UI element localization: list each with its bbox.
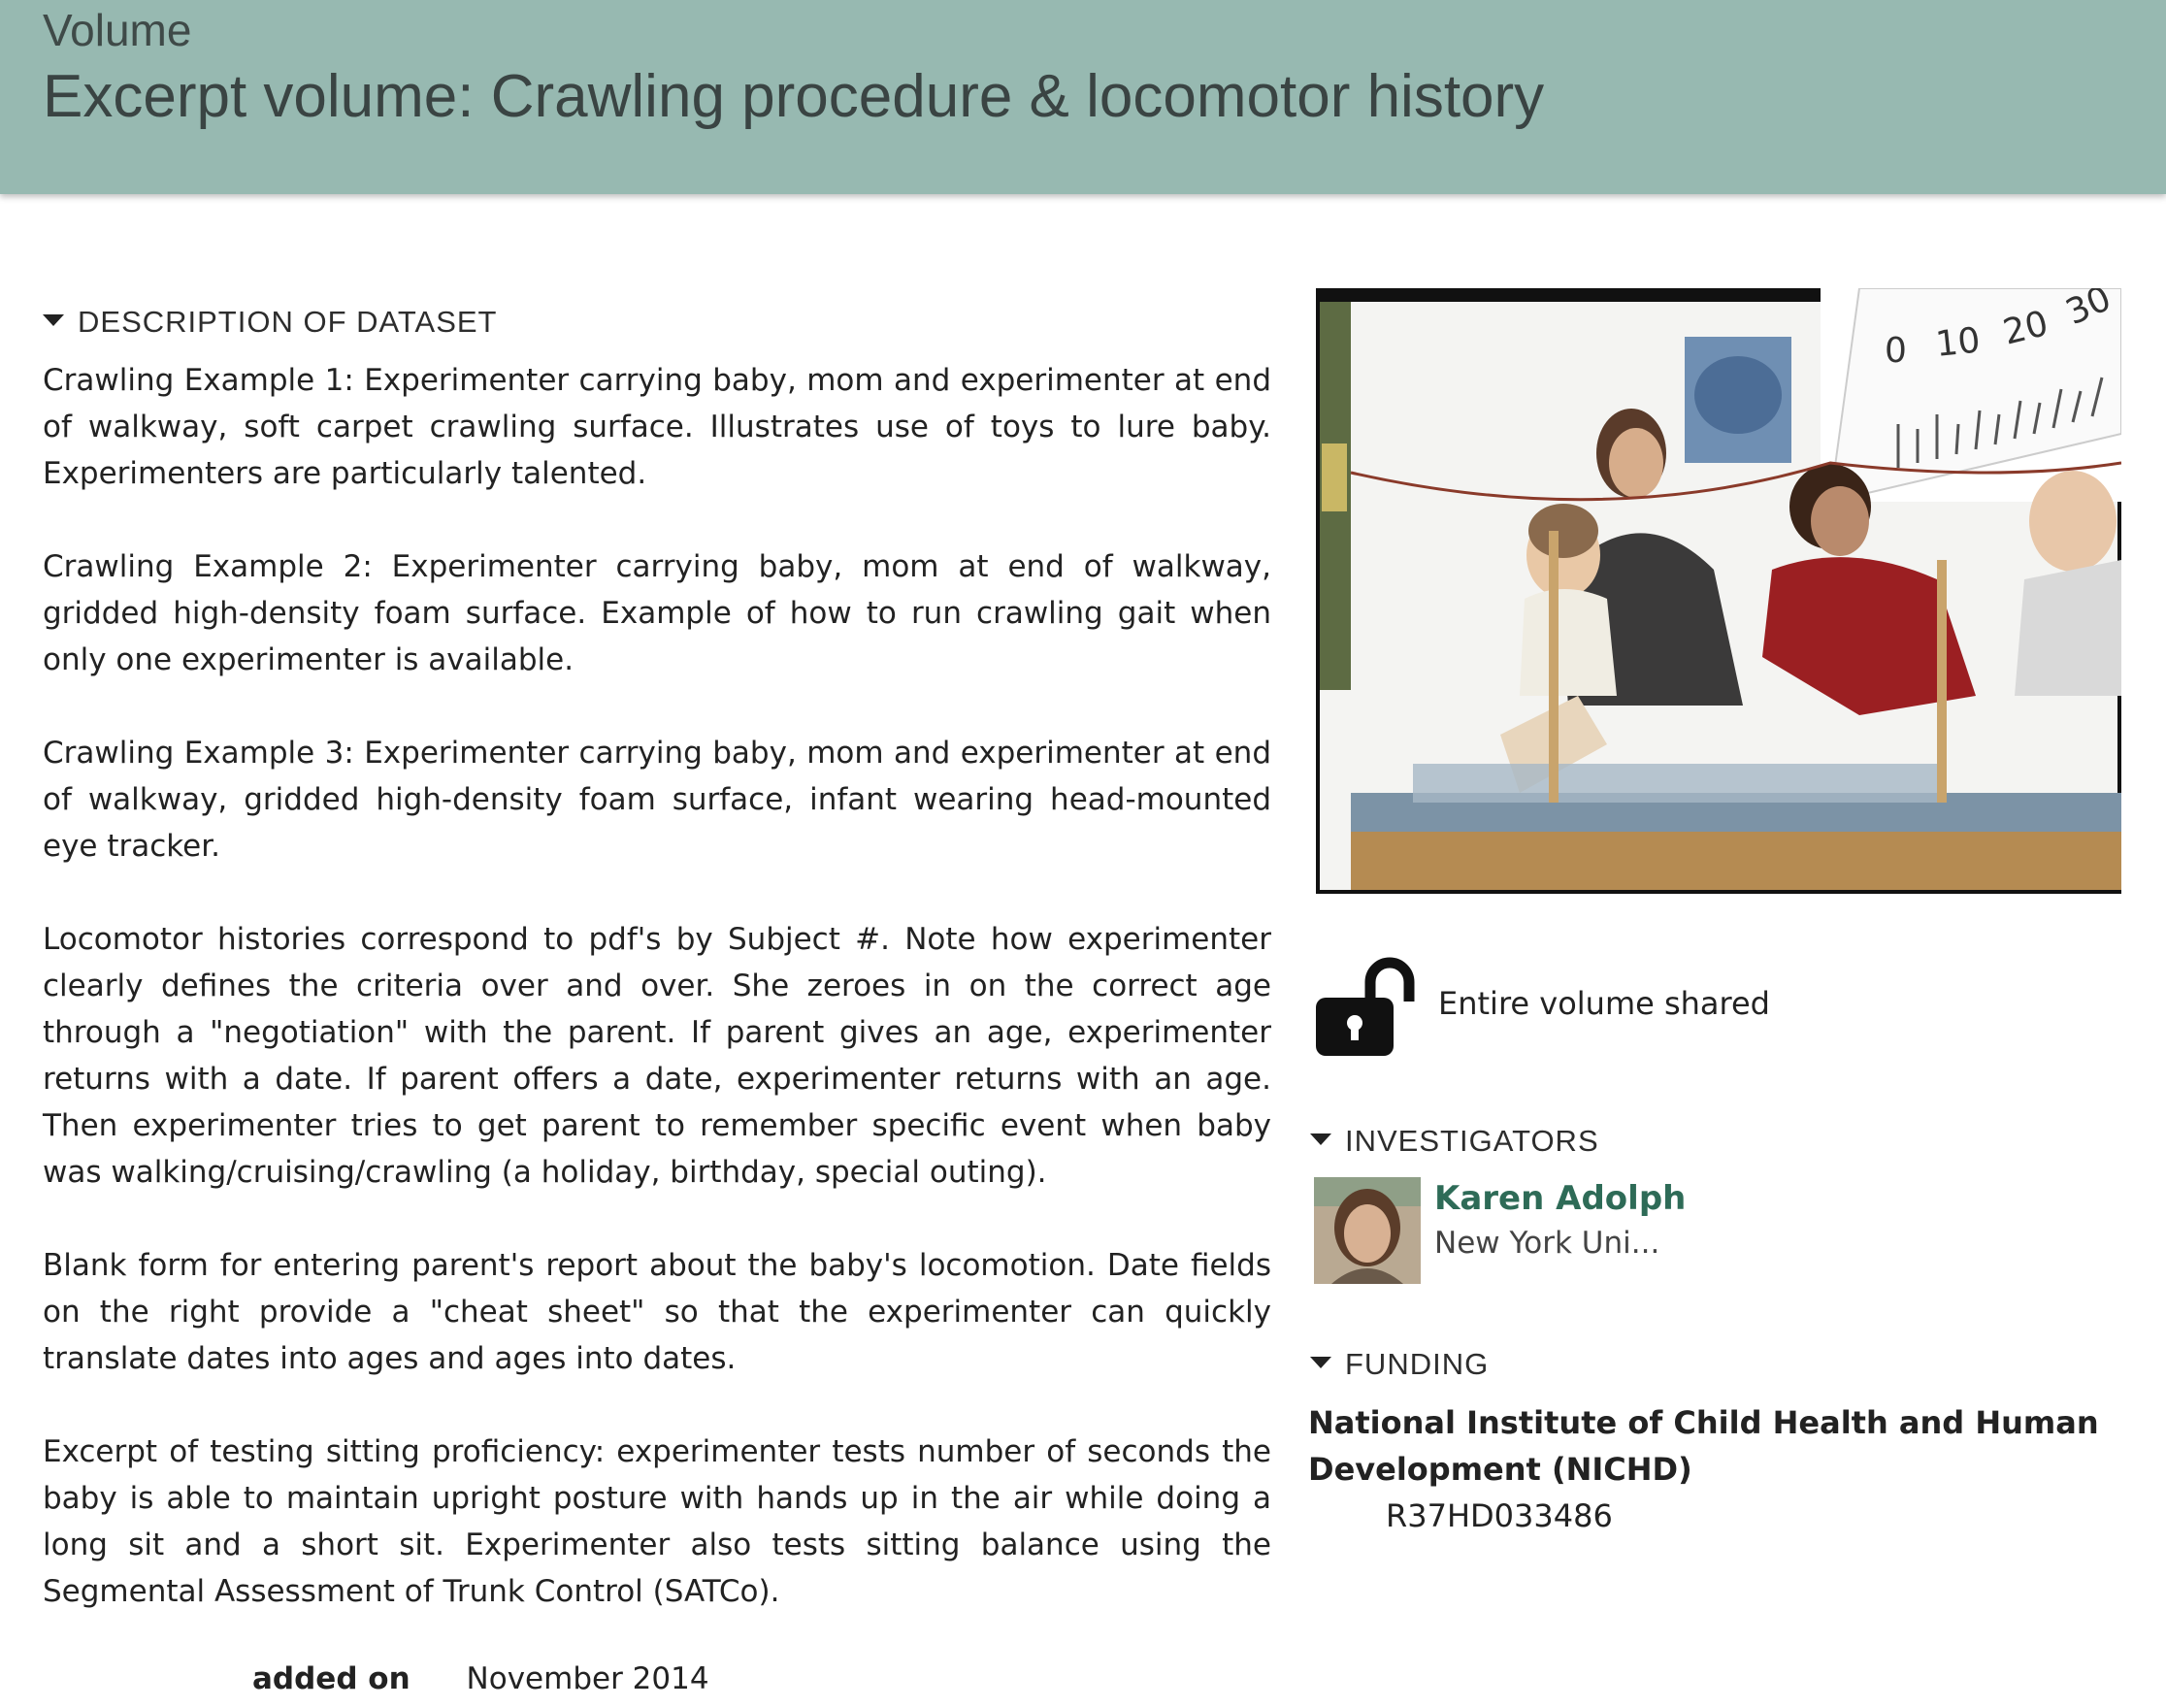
avatar[interactable] <box>1314 1177 1421 1284</box>
added-on-row: added on November 2014 <box>252 1661 709 1696</box>
volume-header: Volume Excerpt volume: Crawling procedur… <box>0 0 2166 194</box>
caret-down-icon <box>1310 1133 1331 1145</box>
dataset-description: Crawling Example 1: Experimenter carryin… <box>43 357 1271 1661</box>
added-on-date: November 2014 <box>466 1661 709 1696</box>
description-paragraph: Locomotor histories correspond to pdf's … <box>43 922 1271 1190</box>
funding-agency: National Institute of Child Health and H… <box>1308 1404 2099 1488</box>
caret-down-icon <box>1310 1357 1331 1368</box>
thumbnail-image: 0 10 20 30 <box>1320 288 2121 890</box>
investigator-name-link[interactable]: Karen Adolph <box>1434 1179 1686 1218</box>
volume-kind-label: Volume <box>43 5 192 55</box>
funding-entry: National Institute of Child Health and H… <box>1308 1399 2143 1539</box>
investigators-section-toggle[interactable]: INVESTIGATORS <box>1310 1124 1599 1159</box>
investigator-card[interactable]: Karen Adolph New York Uni... <box>1314 1177 1686 1284</box>
investigator-affiliation: New York Uni... <box>1434 1226 1660 1261</box>
unlocked-padlock-icon <box>1316 957 1415 1056</box>
ruler-label: 0 <box>1885 331 1907 371</box>
funding-section-toggle[interactable]: FUNDING <box>1310 1347 1489 1382</box>
sharing-status-text: Entire volume shared <box>1438 985 1770 1022</box>
sharing-status: Entire volume shared <box>1314 949 1770 1058</box>
investigator-photo <box>1314 1177 1421 1284</box>
description-paragraph: Excerpt of testing sitting proficiency: … <box>43 1434 1271 1609</box>
investigators-heading: INVESTIGATORS <box>1345 1124 1599 1158</box>
page-title: Excerpt volume: Crawling procedure & loc… <box>43 63 1545 130</box>
description-paragraph: Crawling Example 1: Experimenter carryin… <box>43 363 1271 491</box>
description-paragraph: Blank form for entering parent's report … <box>43 1248 1271 1376</box>
description-paragraph: Crawling Example 2: Experimenter carryin… <box>43 549 1271 677</box>
added-on-label: added on <box>252 1661 410 1696</box>
grant-number: R37HD033486 <box>1386 1497 1613 1534</box>
ruler-label: 10 <box>1934 320 1983 365</box>
description-section-toggle[interactable]: DESCRIPTION OF DATASET <box>43 305 498 340</box>
volume-thumbnail[interactable]: 0 10 20 30 <box>1316 288 2121 894</box>
description-heading: DESCRIPTION OF DATASET <box>78 305 498 339</box>
caret-down-icon <box>43 314 64 326</box>
funding-heading: FUNDING <box>1345 1347 1490 1381</box>
description-paragraph: Crawling Example 3: Experimenter carryin… <box>43 736 1271 864</box>
